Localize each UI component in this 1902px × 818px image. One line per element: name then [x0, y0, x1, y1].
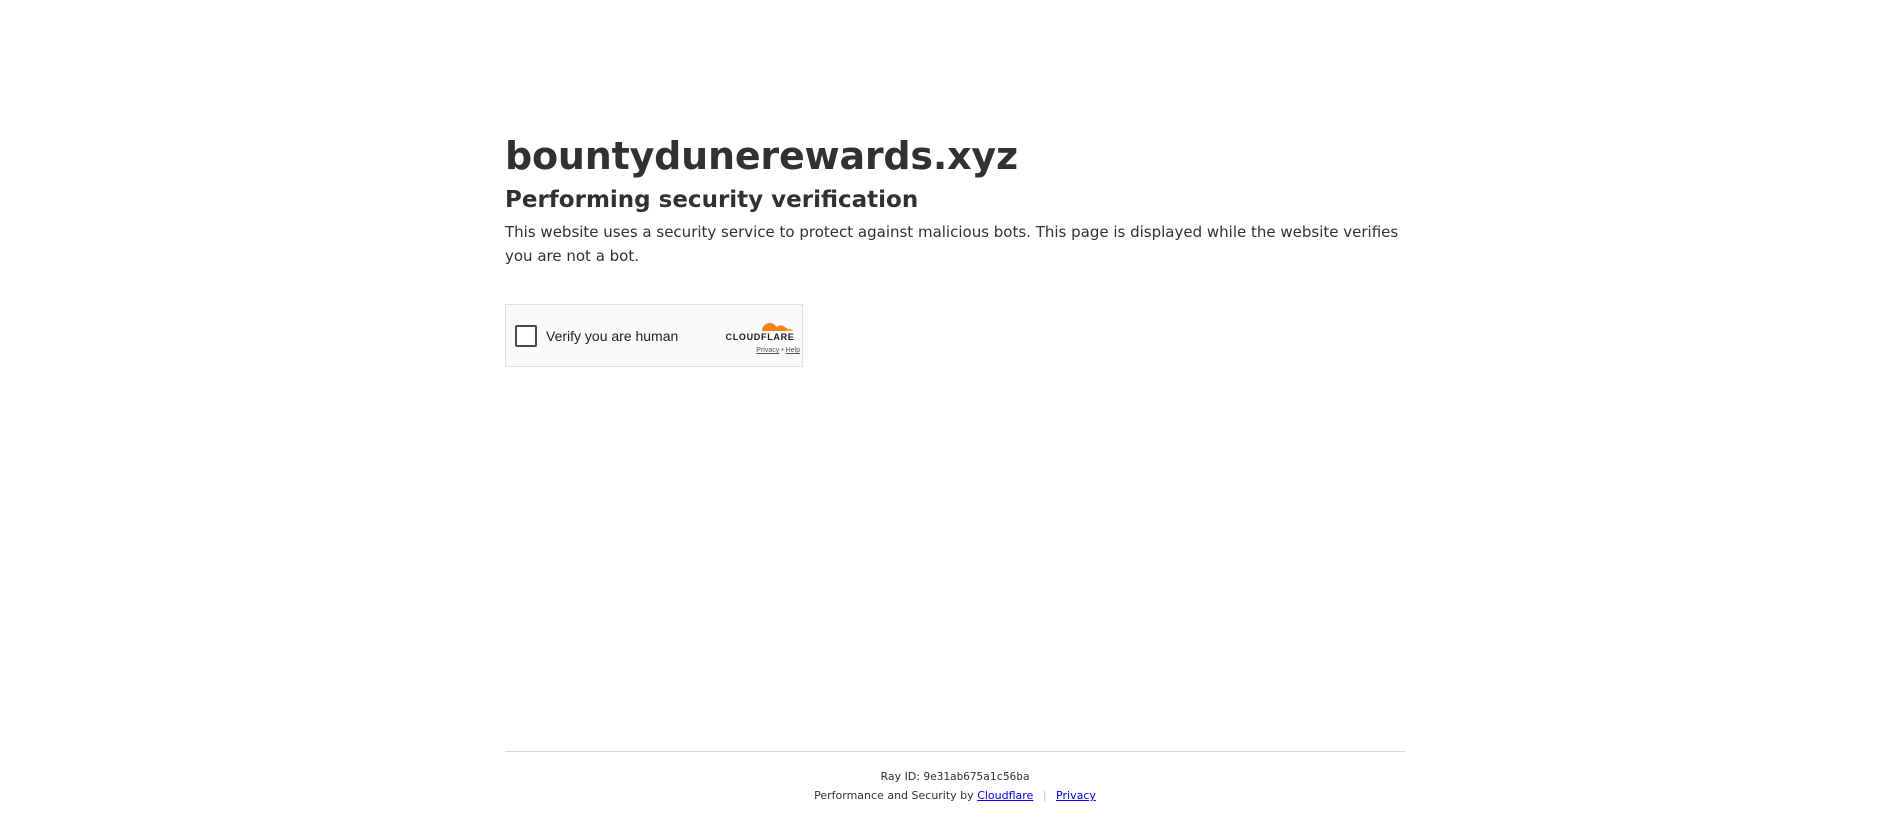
- cloudflare-wordmark: CLOUDFLARE: [725, 332, 795, 342]
- footer-separator: |: [1042, 789, 1047, 802]
- verify-label: Verify you are human: [546, 328, 679, 344]
- performance-footer: Performance and Security by Cloudflare |…: [505, 788, 1405, 804]
- performance-text: Performance and Security by: [814, 789, 974, 802]
- ray-id-label: Ray ID:: [880, 770, 921, 783]
- verify-checkbox[interactable]: [515, 325, 537, 347]
- cloudflare-link[interactable]: Cloudflare: [977, 789, 1033, 802]
- page: bountydunerewards.xyz Performing securit…: [0, 0, 1902, 818]
- footer-divider: [505, 751, 1405, 752]
- widget-links: Privacy • Help: [720, 347, 800, 354]
- main-content: bountydunerewards.xyz Performing securit…: [505, 128, 1405, 268]
- ray-id-value: 9e31ab675a1c56ba: [923, 770, 1030, 783]
- widget-help-link[interactable]: Help: [786, 347, 800, 354]
- site-title: bountydunerewards.xyz: [505, 134, 1018, 178]
- page-subtitle: Performing security verification: [505, 187, 919, 213]
- ray-id: Ray ID: 9e31ab675a1c56ba: [505, 769, 1405, 785]
- turnstile-widget: Verify you are human CLOUDFLARE Privacy …: [505, 304, 803, 367]
- page-description: This website uses a security service to …: [505, 223, 1399, 265]
- widget-privacy-link[interactable]: Privacy: [756, 347, 779, 354]
- footer-privacy-link[interactable]: Privacy: [1056, 789, 1096, 802]
- widget-link-separator: •: [781, 347, 784, 354]
